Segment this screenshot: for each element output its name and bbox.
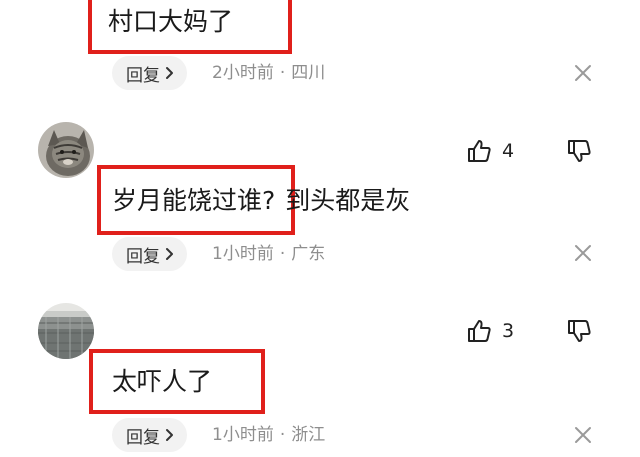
comment-location: 四川 — [291, 63, 326, 83]
comment-text: 村口大妈了 — [108, 6, 233, 38]
comment-item: 3 太吓人了 回复 1小时前 · 浙江 — [0, 292, 640, 457]
thumbs-down-icon[interactable] — [566, 138, 592, 164]
thumbs-down-icon[interactable] — [566, 318, 592, 344]
comment-meta: 1小时前 · 广东 — [212, 243, 325, 265]
avatar[interactable] — [38, 122, 94, 178]
reply-button[interactable]: 回复 — [112, 56, 187, 90]
reply-label: 回复 — [126, 427, 160, 448]
comment-text-rest: 到头都是灰 — [285, 186, 411, 215]
comment-item: 村口大妈了 回复 2小时前 · 四川 — [0, 0, 640, 100]
comment-time: 2小时前 — [212, 63, 274, 83]
close-icon[interactable] — [574, 64, 592, 82]
comment-time: 1小时前 — [212, 244, 274, 264]
comment-time: 1小时前 — [212, 425, 274, 445]
meta-separator: · — [279, 425, 286, 445]
meta-separator: · — [279, 63, 286, 83]
comment-location: 浙江 — [291, 425, 326, 445]
close-icon[interactable] — [574, 244, 592, 262]
comment-meta: 2小时前 · 四川 — [212, 62, 325, 84]
reply-button[interactable]: 回复 — [112, 418, 187, 452]
comment-text-highlighted: 村口大妈了 — [108, 7, 234, 36]
comment-item: 4 岁月能饶过谁? 到头都是灰 回复 1小时前 · 广东 — [0, 110, 640, 290]
chevron-right-icon — [166, 429, 173, 441]
comment-text-highlighted: 太吓人了 — [112, 367, 213, 396]
thumbs-up-icon — [468, 320, 491, 342]
comment-text-highlighted: 岁月能饶过谁? — [112, 186, 276, 215]
cat-avatar-image — [38, 122, 94, 178]
reply-button[interactable]: 回复 — [112, 237, 187, 271]
meta-separator: · — [279, 244, 286, 264]
like-button[interactable]: 4 — [466, 138, 514, 164]
reply-label: 回复 — [126, 65, 160, 86]
chevron-right-icon — [166, 248, 173, 260]
comment-text: 岁月能饶过谁? 到头都是灰 — [112, 185, 410, 217]
comment-location: 广东 — [291, 244, 326, 264]
like-button[interactable]: 3 — [466, 318, 514, 344]
thumbs-up-icon — [468, 140, 491, 162]
comment-text: 太吓人了 — [112, 366, 212, 398]
chevron-right-icon — [166, 67, 173, 79]
reply-label: 回复 — [126, 246, 160, 267]
avatar[interactable] — [38, 303, 94, 359]
close-icon[interactable] — [574, 426, 592, 444]
like-count: 3 — [502, 320, 515, 342]
comment-meta: 1小时前 · 浙江 — [212, 424, 325, 446]
rooftop-avatar-image — [38, 303, 94, 359]
like-count: 4 — [502, 140, 515, 162]
